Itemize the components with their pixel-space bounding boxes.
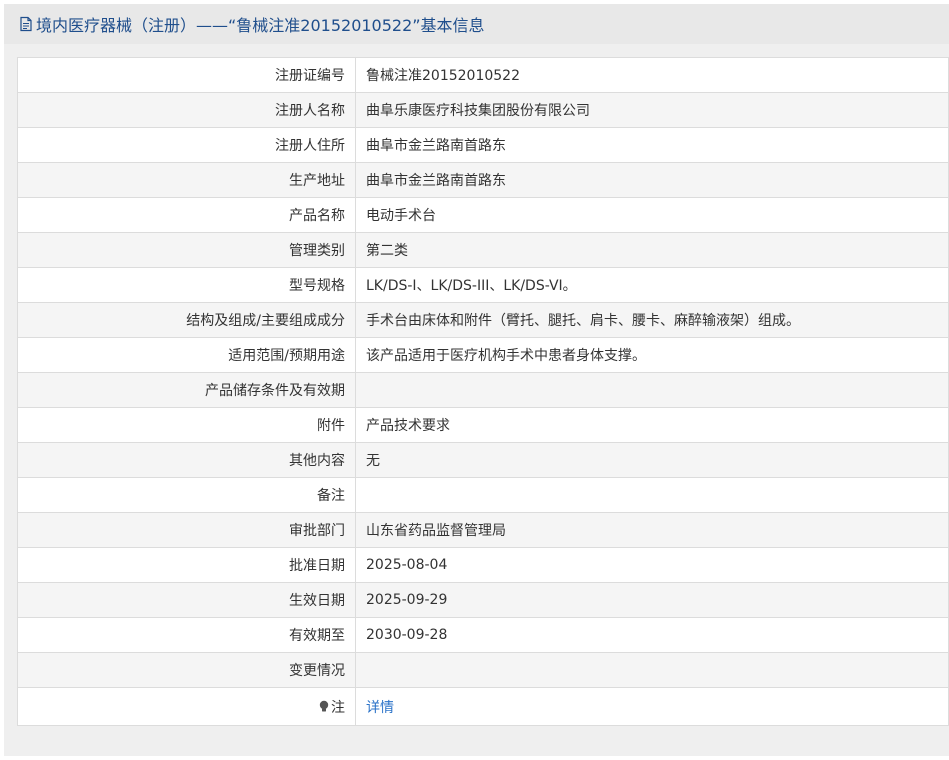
note-label: 注 [331, 699, 345, 716]
field-value: 山东省药品监督管理局 [355, 512, 949, 548]
field-label: 注册人住所 [17, 127, 356, 163]
page-header: 境内医疗器械（注册）——“鲁械注准20152010522”基本信息 [4, 4, 949, 44]
note-label-cell: 注 [17, 687, 356, 726]
field-label: 附件 [17, 407, 356, 443]
field-value: 手术台由床体和附件（臂托、腿托、肩卡、腰卡、麻醉输液架）组成。 [355, 302, 949, 338]
field-value [355, 372, 949, 408]
field-label: 有效期至 [17, 617, 356, 653]
table-row: 生效日期 2025-09-29 [17, 582, 949, 618]
table-row: 注册人名称 曲阜乐康医疗科技集团股份有限公司 [17, 92, 949, 128]
field-label: 备注 [17, 477, 356, 513]
table-row: 适用范围/预期用途 该产品适用于医疗机构手术中患者身体支撑。 [17, 337, 949, 373]
field-label: 结构及组成/主要组成成分 [17, 302, 356, 338]
field-label: 注册人名称 [17, 92, 356, 128]
field-label: 注册证编号 [17, 57, 356, 93]
field-value: 产品技术要求 [355, 407, 949, 443]
table-row: 有效期至 2030-09-28 [17, 617, 949, 653]
field-label: 批准日期 [17, 547, 356, 583]
table-row: 变更情况 [17, 652, 949, 688]
lightbulb-icon [318, 700, 330, 717]
field-value: 2025-09-29 [355, 582, 949, 618]
info-panel: 注册证编号 鲁械注准20152010522 注册人名称 曲阜乐康医疗科技集团股份有限公… [4, 44, 949, 756]
table-row: 结构及组成/主要组成成分 手术台由床体和附件（臂托、腿托、肩卡、腰卡、麻醉输液架）… [17, 302, 949, 338]
field-label: 产品储存条件及有效期 [17, 372, 356, 408]
field-label: 型号规格 [17, 267, 356, 303]
table-row: 生产地址 曲阜市金兰路南首路东 [17, 162, 949, 198]
field-label: 变更情况 [17, 652, 356, 688]
field-value [355, 477, 949, 513]
field-value: 曲阜市金兰路南首路东 [355, 162, 949, 198]
field-value: 鲁械注准20152010522 [355, 57, 949, 93]
field-value: 曲阜市金兰路南首路东 [355, 127, 949, 163]
field-value: LK/DS-I、LK/DS-III、LK/DS-VI。 [355, 267, 949, 303]
note-row: 注 详情 [17, 687, 949, 726]
field-label: 其他内容 [17, 442, 356, 478]
table-row: 注册人住所 曲阜市金兰路南首路东 [17, 127, 949, 163]
basic-info-table: 注册证编号 鲁械注准20152010522 注册人名称 曲阜乐康医疗科技集团股份有限公… [17, 57, 949, 726]
field-value: 电动手术台 [355, 197, 949, 233]
field-label: 管理类别 [17, 232, 356, 268]
table-row: 批准日期 2025-08-04 [17, 547, 949, 583]
table-row: 产品名称 电动手术台 [17, 197, 949, 233]
table-row: 注册证编号 鲁械注准20152010522 [17, 57, 949, 93]
table-row: 产品储存条件及有效期 [17, 372, 949, 408]
table-row: 附件 产品技术要求 [17, 407, 949, 443]
field-value [355, 652, 949, 688]
table-row: 管理类别 第二类 [17, 232, 949, 268]
detail-link[interactable]: 详情 [366, 700, 394, 716]
table-row: 其他内容无 [17, 442, 949, 478]
field-label: 适用范围/预期用途 [17, 337, 356, 373]
field-value: 曲阜乐康医疗科技集团股份有限公司 [355, 92, 949, 128]
page-title: 境内医疗器械（注册）——“鲁械注准20152010522”基本信息 [36, 16, 485, 35]
note-value-cell: 详情 [355, 687, 949, 726]
field-value: 第二类 [355, 232, 949, 268]
field-value: 2025-08-04 [355, 547, 949, 583]
field-value: 2030-09-28 [355, 617, 949, 653]
table-row: 型号规格 LK/DS-I、LK/DS-III、LK/DS-VI。 [17, 267, 949, 303]
field-label: 产品名称 [17, 197, 356, 233]
field-value: 无 [355, 442, 949, 478]
document-icon [18, 16, 34, 32]
field-label: 生产地址 [17, 162, 356, 198]
field-label: 审批部门 [17, 512, 356, 548]
table-row: 备注 [17, 477, 949, 513]
field-label: 生效日期 [17, 582, 356, 618]
field-value: 该产品适用于医疗机构手术中患者身体支撑。 [355, 337, 949, 373]
table-row: 审批部门 山东省药品监督管理局 [17, 512, 949, 548]
